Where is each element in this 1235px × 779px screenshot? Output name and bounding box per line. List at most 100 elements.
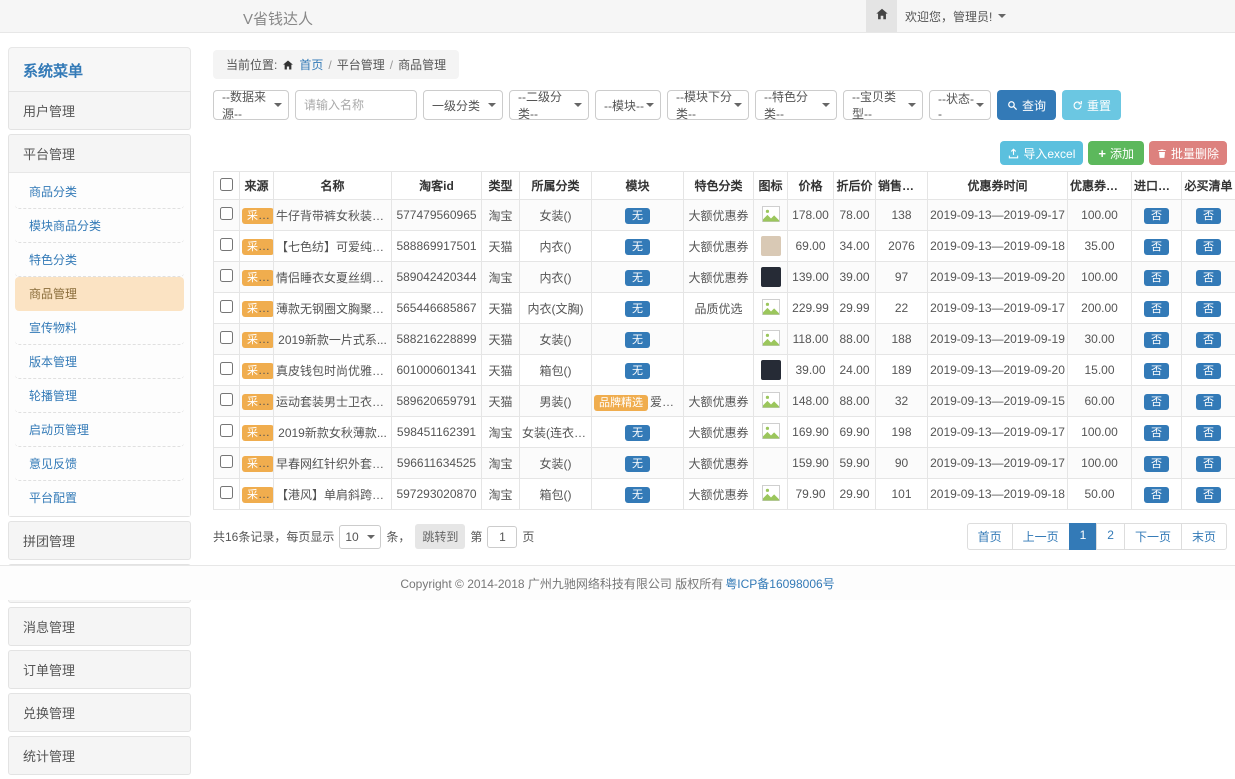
icon-cell xyxy=(754,448,788,479)
sidebar-item[interactable]: 启动页管理 xyxy=(15,413,184,447)
sidebar-section-header[interactable]: 平台管理 xyxy=(9,135,190,172)
must-buy-toggle[interactable]: 否 xyxy=(1196,394,1221,410)
module-none-badge[interactable]: 无 xyxy=(625,239,650,255)
row-checkbox[interactable] xyxy=(220,424,233,437)
row-checkbox[interactable] xyxy=(220,238,233,251)
import-select-toggle[interactable]: 否 xyxy=(1144,270,1169,286)
must-buy-toggle[interactable]: 否 xyxy=(1196,487,1221,503)
sidebar-section-header[interactable]: 用户管理 xyxy=(9,92,190,129)
filter-select-source[interactable]: --数据来源-- xyxy=(213,90,289,120)
must-buy-toggle[interactable]: 否 xyxy=(1196,425,1221,441)
import-excel-button[interactable]: 导入excel xyxy=(1000,141,1083,165)
reset-button[interactable]: 重置 xyxy=(1062,90,1121,120)
search-button[interactable]: 查询 xyxy=(997,90,1056,120)
filter-select-module-sub[interactable]: --模块下分类-- xyxy=(667,90,749,120)
type-cell: 天猫 xyxy=(482,231,520,262)
must-buy-toggle[interactable]: 否 xyxy=(1196,332,1221,348)
sidebar-item[interactable]: 特色分类 xyxy=(15,243,184,277)
page-number-button[interactable]: 1 xyxy=(1069,523,1098,550)
row-checkbox[interactable] xyxy=(220,207,233,220)
page-number-button[interactable]: 2 xyxy=(1096,523,1125,550)
import-select-toggle[interactable]: 否 xyxy=(1144,301,1169,317)
module-cell: 无 xyxy=(592,355,684,386)
search-label: 查询 xyxy=(1022,97,1046,114)
sidebar-item[interactable]: 平台配置 xyxy=(15,481,184,514)
row-checkbox[interactable] xyxy=(220,486,233,499)
chevron-down-icon xyxy=(976,103,984,107)
filter-select-category2[interactable]: --二级分类-- xyxy=(509,90,589,120)
sidebar-section-header[interactable]: 拼团管理 xyxy=(9,522,190,559)
must-buy-toggle[interactable]: 否 xyxy=(1196,270,1221,286)
taoke-id-cell: 597293020870 xyxy=(392,479,482,510)
name-search-input[interactable] xyxy=(295,90,417,120)
filter-select-item-type[interactable]: --宝贝类型-- xyxy=(843,90,923,120)
import-select-toggle[interactable]: 否 xyxy=(1144,363,1169,379)
module-none-badge[interactable]: 无 xyxy=(625,425,650,441)
import-select-toggle[interactable]: 否 xyxy=(1144,456,1169,472)
sidebar-section: 平台管理商品分类模块商品分类特色分类商品管理宣传物料版本管理轮播管理启动页管理意… xyxy=(8,134,191,517)
row-checkbox[interactable] xyxy=(220,300,233,313)
row-checkbox[interactable] xyxy=(220,362,233,375)
sales-cell: 32 xyxy=(876,386,928,417)
import-select-toggle[interactable]: 否 xyxy=(1144,208,1169,224)
select-all-checkbox-cell xyxy=(214,172,240,200)
must-buy-toggle[interactable]: 否 xyxy=(1196,456,1221,472)
sidebar-section-header[interactable]: 消息管理 xyxy=(9,608,190,645)
page-last-button[interactable]: 末页 xyxy=(1181,523,1227,550)
page-next-button[interactable]: 下一页 xyxy=(1124,523,1182,550)
sidebar-section: 兑换管理 xyxy=(8,693,191,732)
user-dropdown[interactable]: 欢迎您，管理员! xyxy=(905,0,1006,32)
sidebar-item[interactable]: 商品管理 xyxy=(15,277,184,311)
filter-select-category1[interactable]: 一级分类 xyxy=(423,90,503,120)
breadcrumb-home-link[interactable]: 首页 xyxy=(299,56,323,73)
add-button[interactable]: + 添加 xyxy=(1088,141,1144,165)
must-buy-toggle[interactable]: 否 xyxy=(1196,363,1221,379)
filter-select-status[interactable]: --状态-- xyxy=(929,90,991,120)
filter-select-feature[interactable]: --特色分类-- xyxy=(755,90,837,120)
product-thumbnail xyxy=(761,360,781,380)
module-none-badge[interactable]: 无 xyxy=(625,301,650,317)
sidebar-item[interactable]: 意见反馈 xyxy=(15,447,184,481)
sidebar-item[interactable]: 轮播管理 xyxy=(15,379,184,413)
filter-select-module[interactable]: --模块-- xyxy=(595,90,661,120)
import-select-toggle[interactable]: 否 xyxy=(1144,239,1169,255)
sidebar-item[interactable]: 版本管理 xyxy=(15,345,184,379)
import-select-toggle[interactable]: 否 xyxy=(1144,394,1169,410)
import-select-toggle[interactable]: 否 xyxy=(1144,487,1169,503)
module-none-badge[interactable]: 无 xyxy=(625,456,650,472)
import-select-toggle[interactable]: 否 xyxy=(1144,332,1169,348)
table-row: 采集【七色纺】可爱纯棉家...588869917501天猫内衣()无大额优惠券6… xyxy=(214,231,1235,262)
must-buy-cell: 否 xyxy=(1182,324,1235,355)
row-checkbox[interactable] xyxy=(220,269,233,282)
batch-delete-button[interactable]: 批量删除 xyxy=(1149,141,1227,165)
per-page-select[interactable]: 10 xyxy=(339,525,381,549)
breadcrumb-separator: / xyxy=(328,58,331,72)
jump-page-input[interactable] xyxy=(487,526,517,548)
must-buy-toggle[interactable]: 否 xyxy=(1196,239,1221,255)
module-none-badge[interactable]: 无 xyxy=(625,487,650,503)
sidebar-section-header[interactable]: 兑换管理 xyxy=(9,694,190,731)
sidebar-section-header[interactable]: 统计管理 xyxy=(9,737,190,774)
module-none-badge[interactable]: 无 xyxy=(625,363,650,379)
module-none-badge[interactable]: 无 xyxy=(625,208,650,224)
sidebar-item[interactable]: 商品分类 xyxy=(15,175,184,209)
home-button[interactable] xyxy=(866,0,897,32)
module-none-badge[interactable]: 无 xyxy=(625,332,650,348)
must-buy-toggle[interactable]: 否 xyxy=(1196,301,1221,317)
sidebar-item[interactable]: 模块商品分类 xyxy=(15,209,184,243)
sidebar-section-header[interactable]: 订单管理 xyxy=(9,651,190,688)
select-all-checkbox[interactable] xyxy=(220,178,233,191)
must-buy-toggle[interactable]: 否 xyxy=(1196,208,1221,224)
row-checkbox[interactable] xyxy=(220,393,233,406)
column-header: 优惠券时间 xyxy=(928,172,1068,200)
page-first-button[interactable]: 首页 xyxy=(967,523,1013,550)
page-prev-button[interactable]: 上一页 xyxy=(1012,523,1070,550)
icp-link[interactable]: 粤ICP备16098006号 xyxy=(725,575,834,592)
row-checkbox[interactable] xyxy=(220,455,233,468)
jump-button[interactable]: 跳转到 xyxy=(415,524,465,549)
sidebar-item[interactable]: 宣传物料 xyxy=(15,311,184,345)
row-checkbox-cell xyxy=(214,262,240,293)
module-none-badge[interactable]: 无 xyxy=(625,270,650,286)
row-checkbox[interactable] xyxy=(220,331,233,344)
import-select-toggle[interactable]: 否 xyxy=(1144,425,1169,441)
